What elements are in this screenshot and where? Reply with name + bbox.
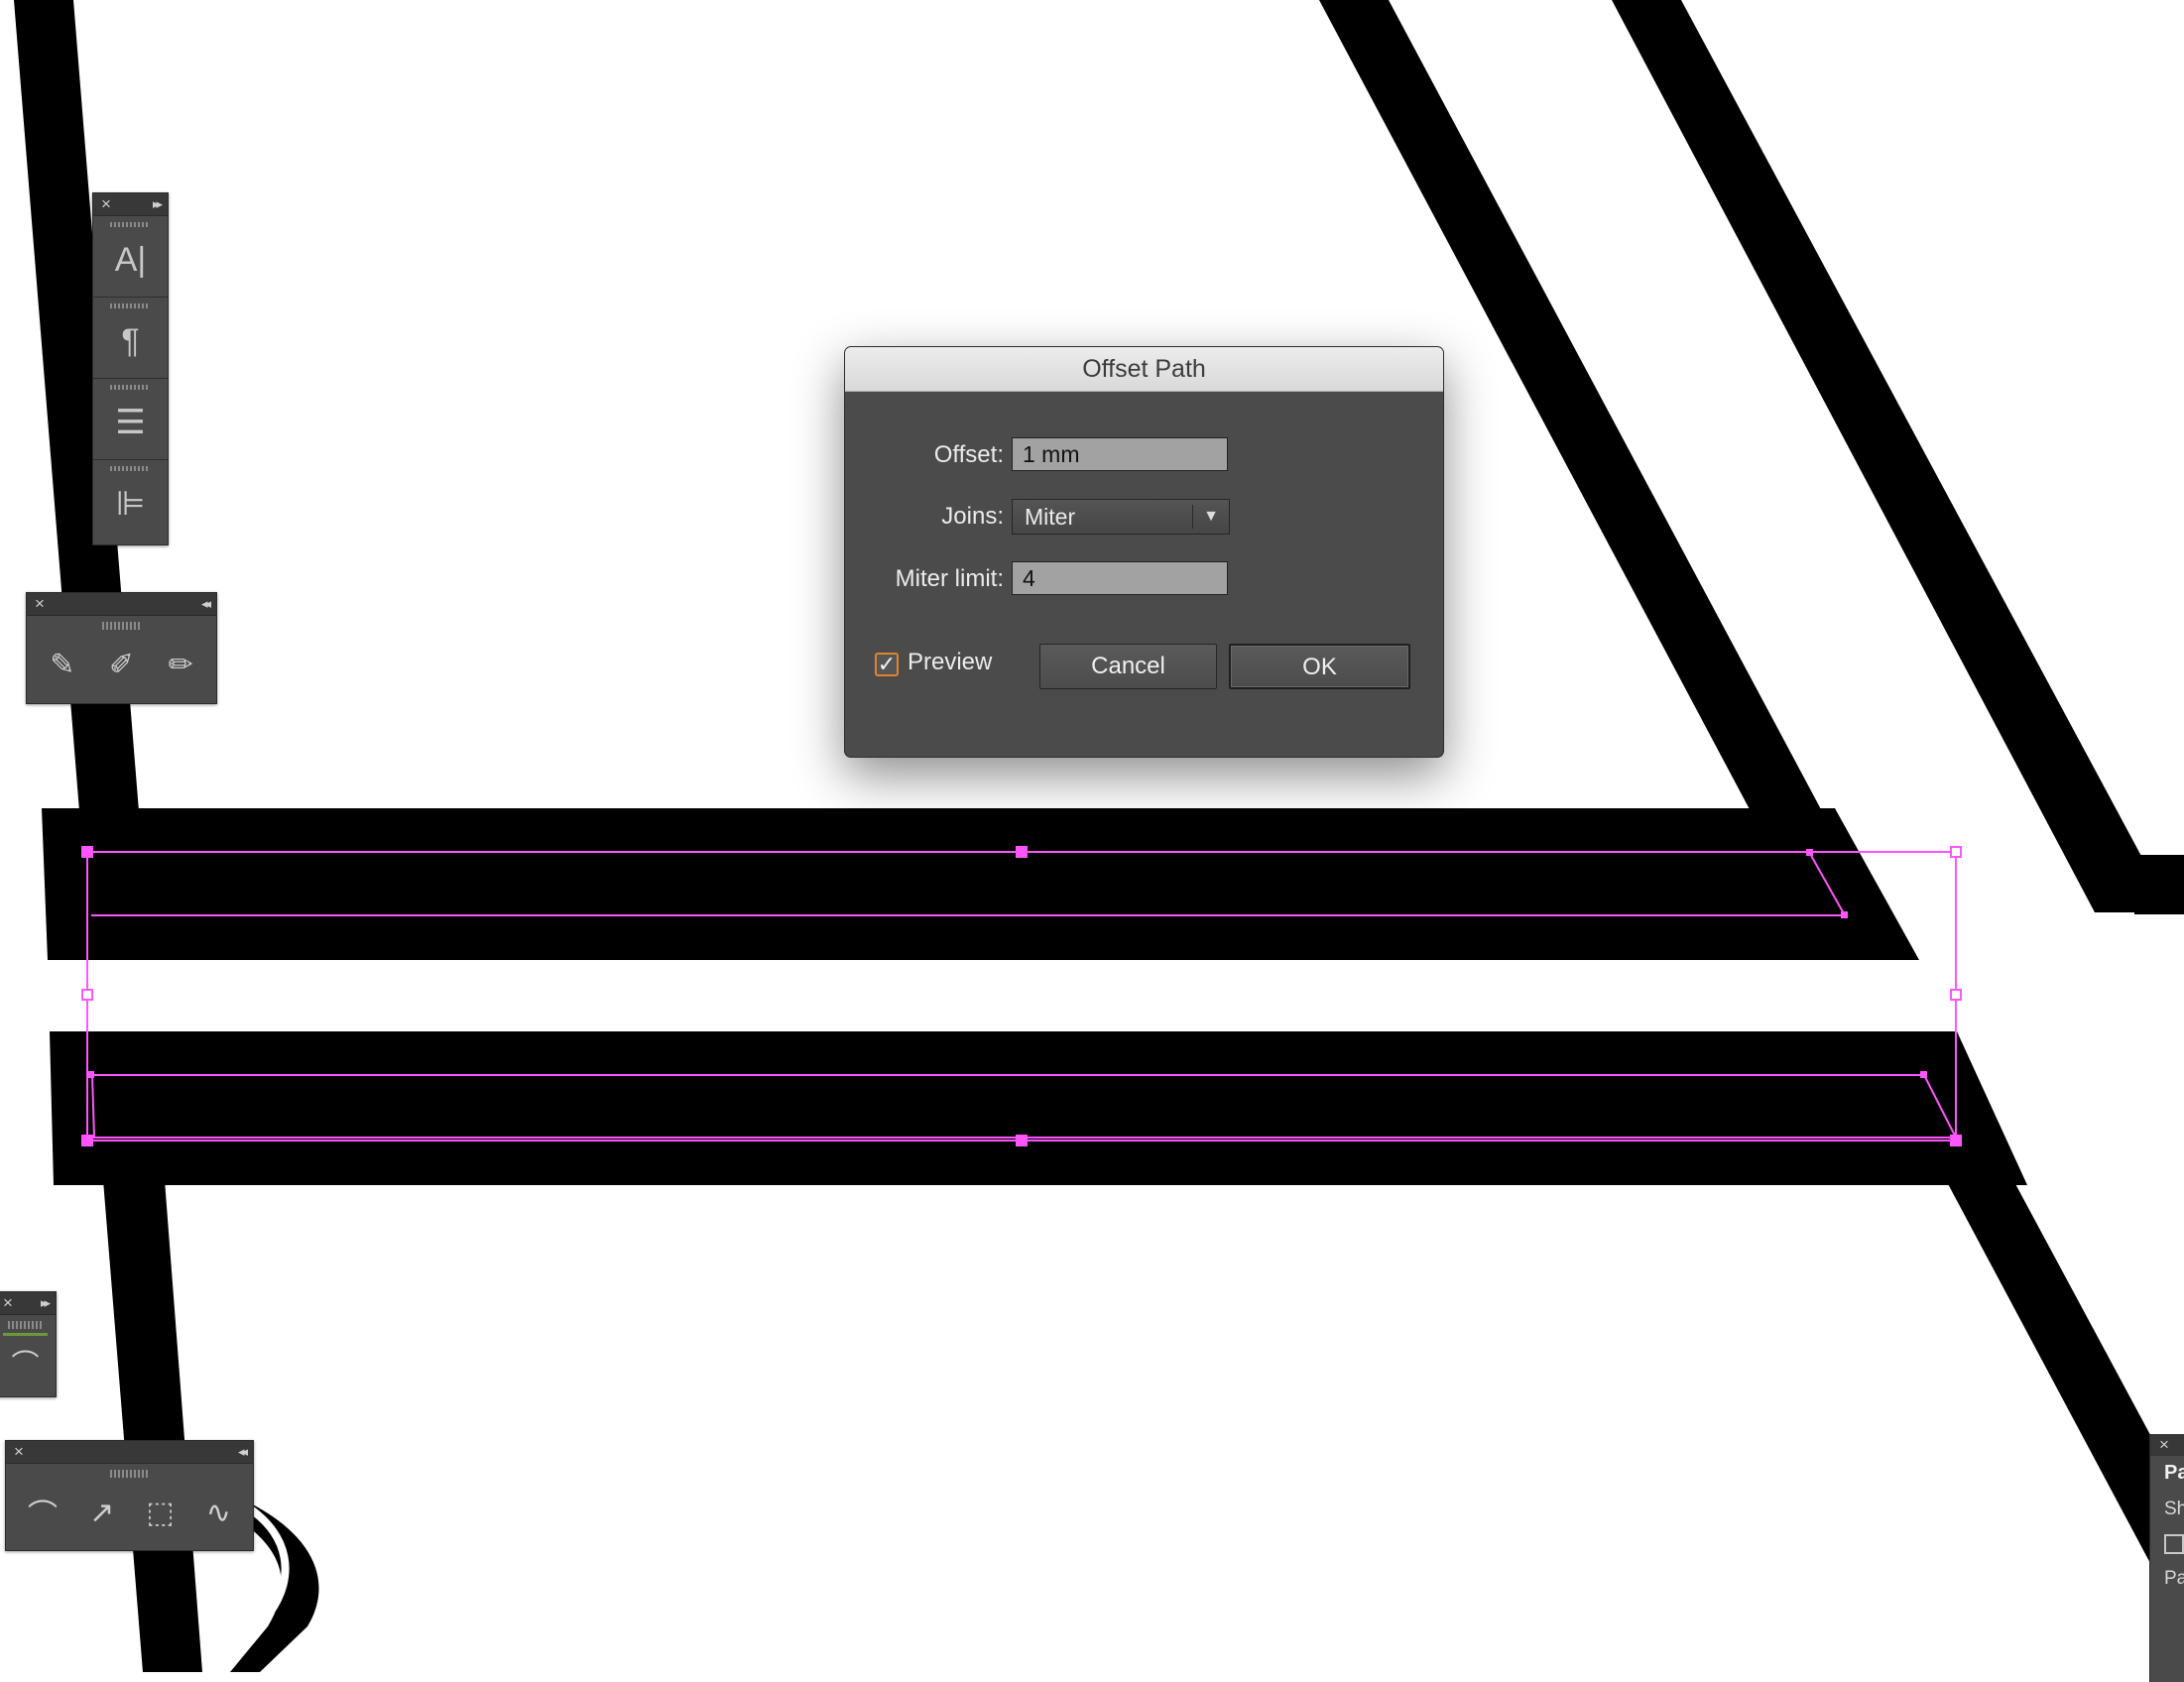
pathfinders-label: Pa bbox=[2164, 1568, 2184, 1589]
preview-checkbox[interactable]: ✓ bbox=[875, 653, 899, 676]
chevron-down-icon[interactable]: ▼ bbox=[1203, 500, 1219, 534]
character-panel-button[interactable]: A| bbox=[93, 216, 168, 298]
transform-icon[interactable]: ⬚ bbox=[146, 1496, 174, 1530]
pathfinder-panel: × Pa Sh Pa bbox=[2149, 1434, 2184, 1682]
curvature-icon[interactable]: ↗ bbox=[89, 1496, 114, 1530]
miter-limit-field[interactable]: 4 bbox=[1012, 561, 1228, 595]
collapse-icon[interactable]: ◂◂ bbox=[201, 594, 211, 614]
panel-header[interactable]: × ◂◂ bbox=[6, 1441, 253, 1464]
artwork-strokes bbox=[14, 0, 2184, 1672]
eraser-icon[interactable]: ✏ bbox=[169, 648, 193, 682]
smooth-path-icon[interactable]: ∿ bbox=[206, 1496, 231, 1530]
character-icon: A| bbox=[114, 241, 147, 279]
expand-icon[interactable]: ▸▸ bbox=[41, 1293, 51, 1313]
panel-header[interactable]: × ▸▸ bbox=[93, 193, 168, 216]
align-lines-button[interactable]: ☰ bbox=[93, 379, 168, 460]
anchor-point-icon[interactable]: ⌒ bbox=[11, 1343, 39, 1382]
paragraph-panel-button[interactable]: ¶ bbox=[93, 298, 168, 379]
align-lines-icon: ☰ bbox=[115, 404, 146, 441]
shape-modes-label: Sh bbox=[2164, 1499, 2184, 1519]
type-tools-panel: × ▸▸ A| ¶ ☰ ⊫ bbox=[92, 192, 169, 545]
dialog-title[interactable]: Offset Path bbox=[845, 347, 1443, 392]
path-tools-panel: × ◂◂ ⌒ ↗ ⬚ ∿ bbox=[5, 1440, 254, 1551]
close-icon[interactable]: × bbox=[2150, 1434, 2184, 1456]
panel-header[interactable]: × ◂◂ bbox=[27, 593, 216, 616]
preview-label[interactable]: Preview bbox=[908, 649, 992, 676]
pencil-icon[interactable]: ✎ bbox=[50, 648, 74, 682]
panel-title: Pa bbox=[2164, 1462, 2184, 1484]
checkmark-icon: ✓ bbox=[877, 652, 897, 676]
joins-select[interactable]: Miter ▼ bbox=[1012, 499, 1230, 535]
anchor-tools-panel: × ▸▸ ⌒ bbox=[0, 1291, 57, 1397]
close-icon[interactable]: × bbox=[35, 594, 45, 614]
align-objects-icon: ⊫ bbox=[115, 485, 146, 523]
offset-label: Offset: bbox=[933, 441, 1004, 468]
joins-selected-value: Miter bbox=[1025, 504, 1076, 530]
offset-field[interactable]: 1 mm bbox=[1012, 437, 1228, 471]
paragraph-icon: ¶ bbox=[121, 322, 140, 360]
drawing-tools-panel: × ◂◂ ✎ ✐ ✏ bbox=[26, 592, 217, 704]
offset-path-dialog: Offset Path Offset: 1 mm Joins: Miter ▼ … bbox=[844, 346, 1444, 758]
close-icon[interactable]: × bbox=[14, 1442, 24, 1462]
close-icon[interactable]: × bbox=[3, 1293, 13, 1313]
joins-label: Joins: bbox=[941, 503, 1004, 530]
anchor-point-icon[interactable]: ⌒ bbox=[28, 1491, 58, 1534]
expand-icon[interactable]: ▸▸ bbox=[153, 194, 163, 214]
close-icon[interactable]: × bbox=[101, 194, 111, 214]
align-objects-button[interactable]: ⊫ bbox=[93, 460, 168, 541]
artboard-canvas[interactable] bbox=[0, 0, 2184, 1672]
cancel-button[interactable]: Cancel bbox=[1039, 644, 1217, 689]
collapse-icon[interactable]: ◂◂ bbox=[238, 1442, 248, 1462]
ok-button[interactable]: OK bbox=[1229, 644, 1410, 689]
panel-header[interactable]: × ▸▸ bbox=[0, 1292, 56, 1315]
unite-icon[interactable] bbox=[2164, 1534, 2184, 1554]
smooth-tool-icon[interactable]: ✐ bbox=[109, 648, 134, 682]
miter-limit-label: Miter limit: bbox=[895, 565, 1004, 592]
